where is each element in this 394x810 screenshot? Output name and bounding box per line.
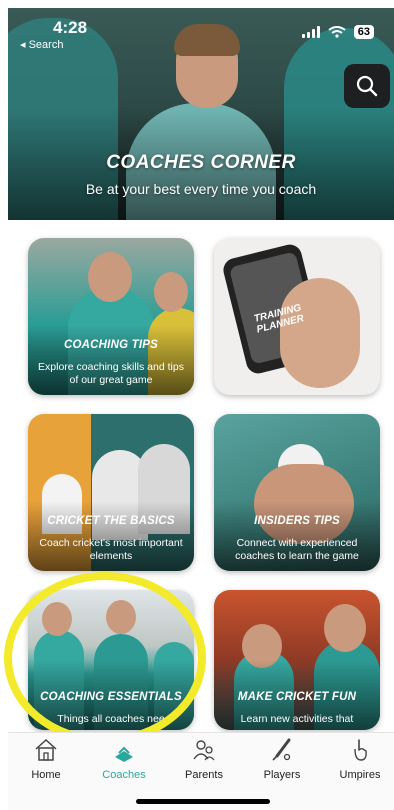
back-to-search-link[interactable]: ◂ Search — [20, 38, 63, 51]
page-title: COACHES CORNER — [106, 152, 296, 173]
status-icons: 63 — [301, 25, 374, 39]
tab-players[interactable]: Players — [250, 737, 314, 781]
parents-icon — [193, 740, 215, 761]
page-subtitle: Be at your best every time you coach — [85, 181, 317, 197]
card-image: TRAINING PLANNER — [214, 238, 380, 395]
umpires-icon — [354, 739, 367, 761]
coaches-icon — [115, 746, 133, 762]
tab-label: Umpires — [339, 769, 381, 781]
card-description: Explore coaching skills and tips of our … — [38, 361, 184, 386]
card-title: COACHING TIPS — [64, 339, 158, 351]
tab-parents[interactable]: Parents — [172, 737, 236, 781]
card-insiders-tips[interactable]: INSIDERS TIPS Connect with experienced c… — [214, 414, 380, 571]
tab-home[interactable]: Home — [14, 737, 78, 781]
signal-icon — [301, 26, 320, 38]
tab-coaches[interactable]: Coaches — [92, 737, 156, 781]
battery-icon: 63 — [353, 25, 374, 39]
hero-coach-hair — [174, 24, 240, 56]
tab-umpires[interactable]: Umpires — [328, 737, 392, 781]
search-button[interactable] — [344, 64, 390, 108]
highlight-circle — [4, 572, 206, 744]
card-title: INSIDERS TIPS — [254, 515, 340, 527]
search-icon — [356, 75, 378, 97]
players-icon — [272, 738, 291, 761]
home-icon — [35, 738, 57, 761]
card-coaching-tips[interactable]: COACHING TIPS Explore coaching skills an… — [28, 238, 194, 395]
tab-label: Coaches — [102, 769, 146, 781]
card-title: CRICKET THE BASICS — [47, 515, 175, 527]
tab-label: Parents — [185, 769, 223, 781]
card-description: Connect with experienced coaches to lear… — [235, 537, 359, 562]
card-make-cricket-fun[interactable]: MAKE CRICKET FUN Learn new activities th… — [214, 590, 380, 730]
status-time: 4:28 — [53, 18, 88, 37]
card-cricket-the-basics[interactable]: CRICKET THE BASICS Coach cricket's most … — [28, 414, 194, 571]
home-indicator — [136, 799, 270, 804]
wifi-icon — [328, 26, 346, 38]
tab-label: Home — [31, 769, 61, 781]
card-description: Coach cricket's most important elements — [39, 537, 183, 562]
card-title: MAKE CRICKET FUN — [237, 691, 357, 703]
tab-label: Players — [263, 769, 301, 781]
card-description: Learn new activities that — [240, 713, 354, 725]
card-training-planner[interactable]: TRAINING PLANNER — [214, 238, 380, 395]
